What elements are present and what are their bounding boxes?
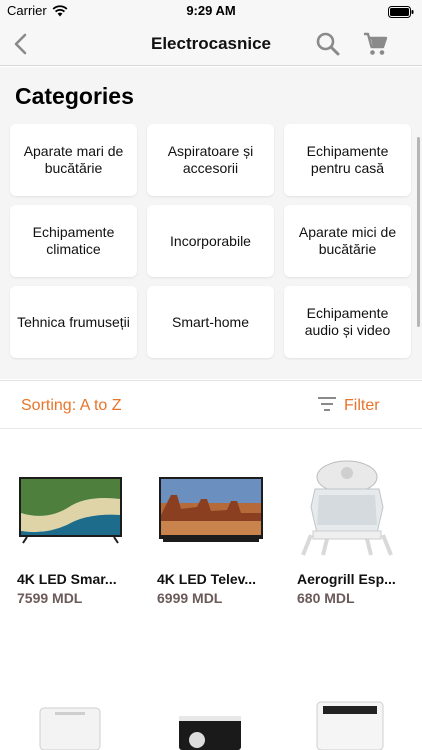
product-name: 4K LED Telev... xyxy=(157,571,257,587)
product-price: 6999 MDL xyxy=(157,590,223,606)
product-card[interactable] xyxy=(175,712,293,750)
product-name: 4K LED Smar... xyxy=(17,571,117,587)
category-label: Smart-home xyxy=(171,313,250,330)
category-label: Aparate mari de bucătărie xyxy=(23,143,124,176)
product-name: Aerogrill Esp... xyxy=(297,571,396,587)
product-card[interactable] xyxy=(35,700,153,750)
category-label: Tehnica frumuseții xyxy=(17,313,130,330)
category-label: Echipamente pentru casă xyxy=(306,143,389,176)
category-card[interactable]: Tehnica frumuseții xyxy=(10,286,137,358)
sort-filter-bar: Sorting: A to Z Filter xyxy=(0,380,422,429)
status-bar: Carrier 9:29 AM xyxy=(0,0,422,22)
category-card[interactable]: Echipamente pentru casă xyxy=(284,124,411,196)
sort-button[interactable]: Sorting: A to Z xyxy=(21,397,122,415)
category-card[interactable]: Aparate mari de bucătărie xyxy=(10,124,137,196)
category-card[interactable]: Aparate mici de bucătărie xyxy=(284,205,411,277)
category-label: Incorporabile xyxy=(170,232,251,249)
product-image xyxy=(19,477,122,544)
category-card[interactable]: Incorporabile xyxy=(147,205,274,277)
product-card[interactable]: 4K LED Smar... 7599 MDL xyxy=(17,455,135,615)
product-image xyxy=(316,701,384,750)
navigation-bar: Electrocasnice xyxy=(0,22,422,66)
product-image xyxy=(39,707,101,750)
product-image xyxy=(301,460,393,556)
categories-title: Categories xyxy=(15,83,134,109)
filter-button[interactable]: Filter xyxy=(318,395,380,417)
product-price: 680 MDL xyxy=(297,590,355,606)
page-title: Electrocasnice xyxy=(150,34,271,53)
product-card[interactable]: 4K LED Telev... 6999 MDL xyxy=(157,455,275,615)
category-card[interactable]: Aspiratoare și accesorii xyxy=(147,124,274,196)
category-label: Echipamente audio și video xyxy=(304,305,391,338)
category-card[interactable]: Echipamente audio și video xyxy=(284,286,411,358)
product-card[interactable]: Aerogrill Esp... 680 MDL xyxy=(297,455,415,615)
product-card[interactable] xyxy=(315,698,422,750)
search-icon[interactable] xyxy=(314,30,342,58)
product-image xyxy=(179,716,241,750)
filter-label: Filter xyxy=(344,397,380,414)
product-price: 7599 MDL xyxy=(17,590,83,606)
category-label: Echipamente climatice xyxy=(32,224,115,257)
category-card[interactable]: Smart-home xyxy=(147,286,274,358)
category-label: Aparate mici de bucătărie xyxy=(298,224,397,257)
product-image xyxy=(159,477,263,542)
status-time: 9:29 AM xyxy=(186,3,236,18)
filter-icon xyxy=(318,396,336,416)
category-card[interactable]: Echipamente climatice xyxy=(10,205,137,277)
category-label: Aspiratoare și accesorii xyxy=(167,143,254,176)
battery-icon xyxy=(388,5,414,23)
categories-section: Categories Aparate mari de bucătărie Asp… xyxy=(0,67,422,379)
cart-icon[interactable] xyxy=(361,30,389,58)
scroll-indicator[interactable] xyxy=(417,137,420,327)
